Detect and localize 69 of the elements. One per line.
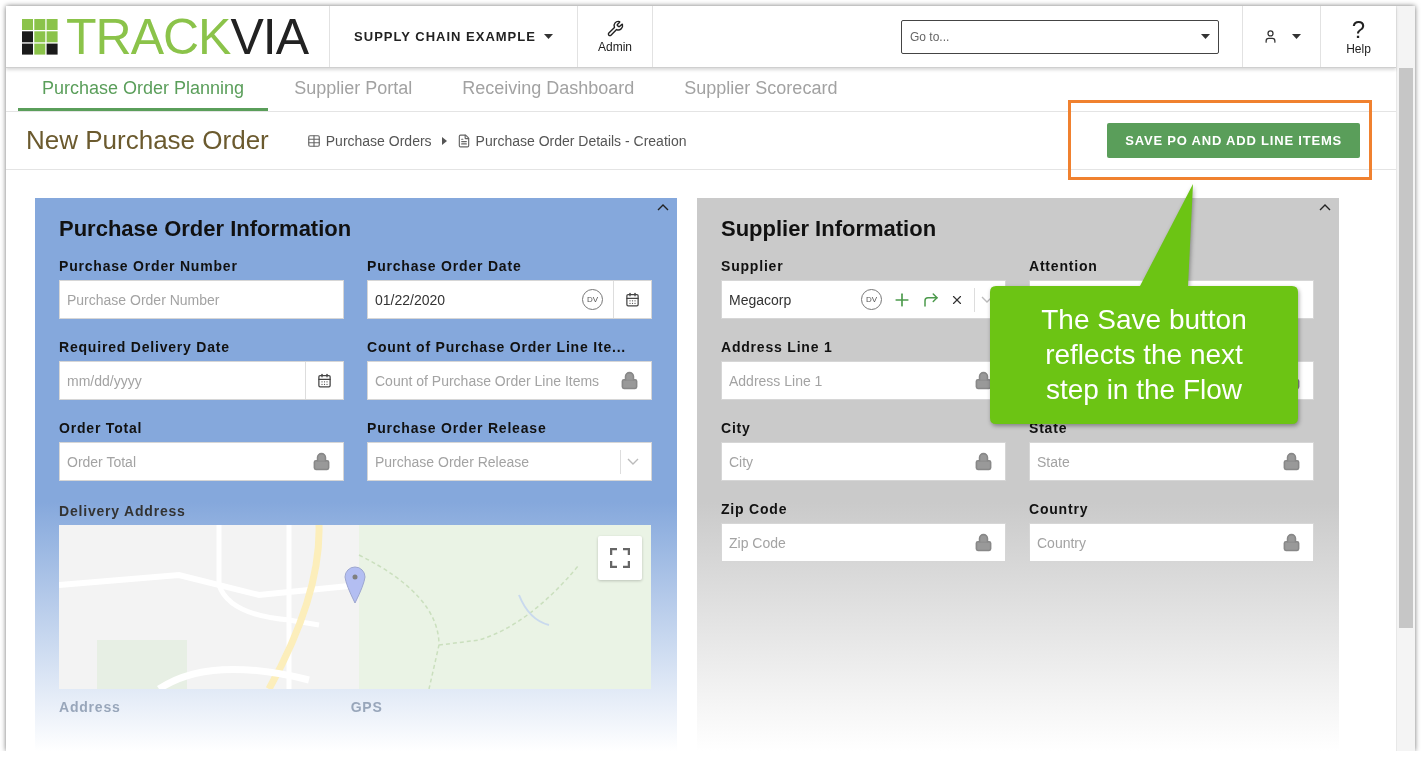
caret-icon	[1201, 34, 1210, 39]
field-label: Order Total	[59, 420, 144, 438]
calendar-icon	[317, 373, 332, 388]
input-field[interactable]: Count of Purchase Order Line Items	[367, 361, 652, 400]
save-button[interactable]: SAVE PO AND ADD LINE ITEMS	[1107, 123, 1360, 158]
field-label: Address	[59, 699, 121, 715]
input-field[interactable]: Purchase Order Number	[59, 280, 344, 319]
field-label: Supplier	[721, 258, 785, 276]
lock-icon	[312, 452, 331, 471]
panel-title: Supplier Information	[721, 216, 938, 242]
breadcrumb-separator-icon	[441, 136, 447, 145]
app-menu-button[interactable]: SUPPLY CHAIN EXAMPLE	[330, 6, 578, 67]
chevron-down-icon	[627, 458, 639, 465]
lock-icon	[620, 371, 639, 390]
caret-icon	[1291, 34, 1301, 39]
page-title: New Purchase Order	[26, 125, 269, 156]
logo-text: TRACKVIA	[66, 11, 309, 62]
admin-button[interactable]: Admin	[578, 6, 653, 67]
field-label: Required Delivery Date	[59, 339, 231, 357]
collapse-button[interactable]	[657, 204, 669, 211]
input-field[interactable]: Purchase Order Release	[367, 442, 652, 481]
user-icon	[1262, 29, 1278, 44]
lock-icon	[1282, 533, 1301, 552]
field-label: Attention	[1029, 258, 1099, 276]
field-label: City	[721, 420, 752, 438]
field-label: Zip Code	[721, 501, 789, 519]
field-label: Purchase Order Number	[59, 258, 239, 276]
lock-icon	[974, 533, 993, 552]
callout-text: The Save button reflects the next step in the Flow	[1040, 303, 1248, 407]
caret-icon	[543, 34, 553, 39]
fullscreen-button[interactable]	[598, 536, 642, 580]
collapse-button[interactable]	[1319, 204, 1331, 211]
goto-field[interactable]: Go to...	[901, 19, 1219, 54]
field-label: Purchase Order Date	[367, 258, 523, 276]
help-button[interactable]: ? Help	[1321, 6, 1396, 67]
fullscreen-icon	[610, 548, 630, 568]
field-label: Purchase Order Release	[367, 420, 548, 438]
chevron-up-icon	[1319, 204, 1331, 211]
logo-grid-icon	[22, 18, 58, 55]
field-label: Delivery Address	[59, 503, 187, 521]
input-field[interactable]: mm/dd/yyyy	[59, 361, 344, 400]
input-field[interactable]: Zip Code	[721, 523, 1006, 562]
field-label: State	[1029, 420, 1069, 438]
wrench-icon	[606, 19, 624, 37]
curved-arrow-icon[interactable]	[922, 290, 940, 309]
input-field[interactable]: Country	[1029, 523, 1314, 562]
lock-icon	[1282, 452, 1301, 471]
input-field[interactable]: Order Total	[59, 442, 344, 481]
nav-tab[interactable]: Supplier Portal	[270, 68, 437, 111]
table-icon	[306, 133, 321, 148]
chevron-up-icon	[657, 204, 669, 211]
breadcrumb-link[interactable]: Purchase Orders	[306, 132, 432, 149]
nav-tab[interactable]: Receiving Dashboard	[438, 68, 659, 111]
breadcrumb-link[interactable]: Purchase Order Details - Creation	[456, 132, 687, 149]
input-field[interactable]: 01/22/2020 DV	[367, 280, 652, 319]
field-label: Count of Purchase Order Line Ite...	[367, 339, 628, 357]
lock-icon	[974, 452, 993, 471]
input-field[interactable]: City	[721, 442, 1006, 481]
document-icon	[456, 133, 471, 148]
field-label: Address Line 1	[721, 339, 834, 357]
input-field[interactable]: State	[1029, 442, 1314, 481]
nav-tab[interactable]: Purchase Order Planning	[18, 68, 269, 111]
scrollbar[interactable]	[1396, 6, 1415, 751]
calendar-icon	[625, 292, 640, 307]
input-field[interactable]: Megacorp DV	[721, 280, 1006, 319]
nav-tab[interactable]: Supplier Scorecard	[660, 68, 862, 111]
field-label: Country	[1029, 501, 1090, 519]
panel-title: Purchase Order Information	[59, 216, 353, 242]
field-label: GPS	[350, 699, 383, 715]
